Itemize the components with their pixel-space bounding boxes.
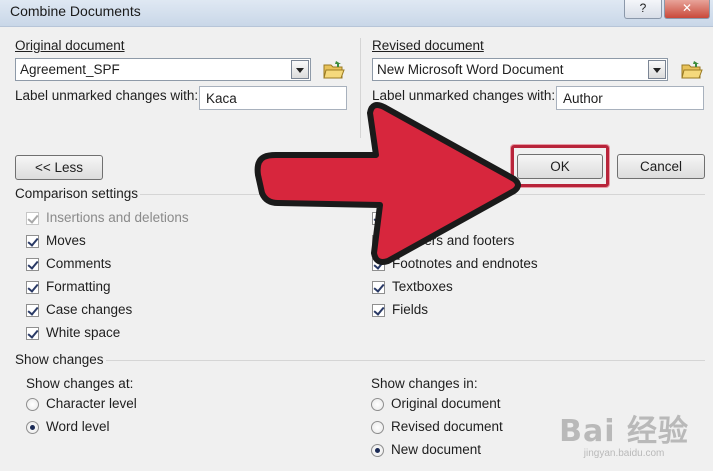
- less-button[interactable]: << Less: [15, 155, 103, 180]
- checkbox-label: Fields: [392, 302, 429, 317]
- original-unmarked-label: Label unmarked changes with:: [15, 88, 199, 103]
- checkbox-fields[interactable]: [372, 304, 385, 317]
- radio-label: Word level: [46, 419, 110, 434]
- checkbox-white-space[interactable]: [26, 327, 39, 340]
- show-changes-separator: [106, 360, 705, 361]
- arrow-shape: [254, 102, 521, 265]
- radio-label: New document: [391, 442, 482, 457]
- revised-unmarked-field[interactable]: [556, 86, 704, 110]
- checkbox-insertions-and-deletions: [26, 212, 39, 225]
- radio-label: Revised document: [391, 419, 503, 434]
- folder-open-icon: [323, 61, 345, 79]
- show-changes-at-label: Show changes at:: [26, 376, 134, 391]
- chevron-down-icon: [653, 68, 661, 73]
- radio-new-document[interactable]: [371, 444, 384, 457]
- checkbox-case-changes[interactable]: [26, 304, 39, 317]
- checkbox-label: Formatting: [46, 279, 111, 294]
- watermark: Bai 经验 jingyan.baidu.com: [559, 406, 689, 459]
- radio-character-level[interactable]: [26, 398, 39, 411]
- show-changes-title: Show changes: [15, 352, 104, 367]
- checkbox-moves[interactable]: [26, 235, 39, 248]
- radio-label: Original document: [391, 396, 501, 411]
- checkbox-label: Textboxes: [392, 279, 453, 294]
- checkbox-label: Comments: [46, 256, 112, 271]
- revised-unmarked-input[interactable]: [557, 87, 703, 109]
- checkbox-label: Moves: [46, 233, 86, 248]
- revised-dropdown-button[interactable]: [648, 60, 666, 79]
- help-button[interactable]: ?: [624, 0, 662, 19]
- original-browse-button[interactable]: [322, 59, 346, 81]
- revised-document-value: New Microsoft Word Document: [377, 62, 564, 77]
- checkbox-label: Insertions and deletions: [46, 210, 189, 225]
- revised-document-label-text: Revised document: [372, 38, 484, 53]
- revised-document-label: Revised document: [372, 38, 484, 53]
- checkbox-label: White space: [46, 325, 121, 340]
- comparison-settings-title: Comparison settings: [15, 186, 139, 201]
- original-dropdown-button[interactable]: [291, 60, 309, 79]
- revised-document-combo[interactable]: New Microsoft Word Document: [372, 58, 668, 81]
- radio-label: Character level: [46, 396, 137, 411]
- close-button[interactable]: ✕: [664, 0, 710, 19]
- show-changes-in-label: Show changes in:: [371, 376, 478, 391]
- radio-revised-document[interactable]: [371, 421, 384, 434]
- original-document-label: Original document: [15, 38, 125, 53]
- checkbox-textboxes[interactable]: [372, 281, 385, 294]
- dialog-title: Combine Documents: [10, 3, 141, 19]
- red-arrow-annotation: [254, 102, 521, 265]
- checkbox-label: Case changes: [46, 302, 133, 317]
- radio-word-level[interactable]: [26, 421, 39, 434]
- chevron-down-icon: [296, 68, 304, 73]
- radio-original-document[interactable]: [371, 398, 384, 411]
- ok-button[interactable]: OK: [517, 154, 603, 179]
- original-document-value: Agreement_SPF: [20, 62, 120, 77]
- original-document-combo[interactable]: Agreement_SPF: [15, 58, 311, 81]
- watermark-logo: Bai 经验: [559, 414, 689, 449]
- original-document-label-text: Original document: [15, 38, 125, 53]
- revised-browse-button[interactable]: [680, 59, 704, 81]
- checkbox-comments[interactable]: [26, 258, 39, 271]
- folder-open-icon: [681, 61, 703, 79]
- cancel-button[interactable]: Cancel: [617, 154, 705, 179]
- checkbox-formatting[interactable]: [26, 281, 39, 294]
